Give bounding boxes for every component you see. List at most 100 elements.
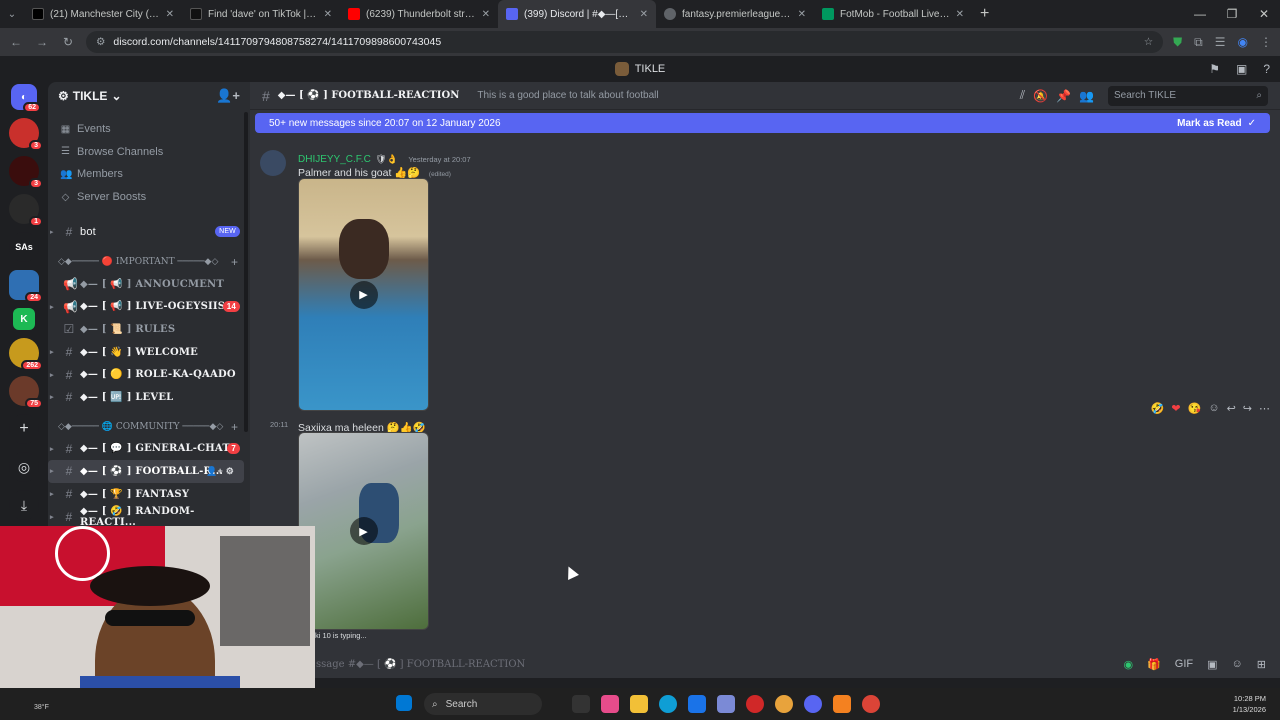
server-icon[interactable]: 262 bbox=[9, 338, 43, 371]
server-icon[interactable]: 3 bbox=[9, 156, 43, 189]
gif-icon[interactable]: GIF bbox=[1175, 658, 1193, 671]
store-icon[interactable] bbox=[688, 695, 706, 713]
add-channel-icon[interactable]: + bbox=[231, 420, 238, 434]
channel-level[interactable]: ▸ # ◆— [ 🆙 ] LEVEL bbox=[48, 386, 250, 409]
chrome-profile-icon[interactable] bbox=[862, 695, 880, 713]
apps-icon[interactable]: ⊞ bbox=[1257, 658, 1266, 671]
close-icon[interactable]: ✕ bbox=[956, 9, 964, 20]
new-tab-button[interactable]: + bbox=[972, 5, 997, 23]
reaction-kiss-icon[interactable]: 😘 bbox=[1188, 402, 1202, 415]
copilot-icon[interactable] bbox=[601, 695, 619, 713]
file-explorer-icon[interactable] bbox=[630, 695, 648, 713]
server-icon[interactable]: 75 bbox=[9, 376, 43, 409]
nav-events[interactable]: ▦ Events bbox=[48, 118, 250, 141]
close-window-icon[interactable]: ✕ bbox=[1248, 0, 1280, 28]
server-icon[interactable]: 1 bbox=[9, 194, 43, 227]
address-bar[interactable]: ⚙ discord.com/channels/14117097948087582… bbox=[86, 31, 1164, 53]
close-icon[interactable]: ✕ bbox=[798, 9, 806, 20]
add-reaction-icon[interactable]: ☺ bbox=[1208, 402, 1219, 415]
restore-icon[interactable]: ❐ bbox=[1216, 0, 1248, 28]
channel-random-reaction[interactable]: ▸ # ◆— [ 🤣 ] RANDOM-REACTI... bbox=[48, 505, 250, 528]
close-icon[interactable]: ✕ bbox=[324, 9, 332, 20]
forward-icon[interactable]: → bbox=[34, 35, 50, 49]
add-channel-icon[interactable]: + bbox=[231, 255, 238, 269]
inbox-flag-icon[interactable]: ⚑ bbox=[1209, 62, 1220, 76]
reaction-laugh-icon[interactable]: 🤣 bbox=[1151, 402, 1165, 415]
channel-live-ogeysiis[interactable]: ▸ 📢 ◆— [ 📢 ] LIVE-OGEYSIIS 14 bbox=[48, 296, 250, 319]
server-icon[interactable]: K bbox=[13, 308, 35, 330]
task-view-icon[interactable] bbox=[572, 695, 590, 713]
browser-tab[interactable]: FotMob - Football Live Scores ✕ bbox=[814, 0, 972, 28]
video-attachment[interactable]: ▶ bbox=[298, 432, 429, 630]
channel-topic[interactable]: This is a good place to talk about footb… bbox=[477, 90, 658, 101]
chrome-icon[interactable] bbox=[775, 695, 793, 713]
server-header[interactable]: ⚙ TIKLE ⌄ 👤+ bbox=[48, 82, 250, 110]
gift-icon[interactable]: ◉ bbox=[1123, 658, 1133, 671]
reading-list-icon[interactable]: ☰ bbox=[1215, 35, 1226, 50]
member-list-icon[interactable]: 👥 bbox=[1079, 89, 1094, 103]
nav-members[interactable]: 👥 Members bbox=[48, 163, 250, 186]
discord-taskbar-icon[interactable] bbox=[804, 695, 822, 713]
close-icon[interactable]: ✕ bbox=[482, 9, 490, 20]
sticker-icon[interactable]: ▣ bbox=[1207, 658, 1217, 671]
channel-annoucment[interactable]: 📢 ◆— [ 📢 ] ANNOUCMENT bbox=[48, 273, 250, 296]
start-icon[interactable] bbox=[396, 695, 412, 711]
server-icon[interactable]: SAs bbox=[9, 232, 39, 262]
forward-icon[interactable]: ↪ bbox=[1243, 402, 1252, 415]
browser-tab[interactable]: Find 'dave' on TikTok | TikTok Se... ✕ bbox=[182, 0, 340, 28]
discord-home-icon[interactable]: ◐ 62 bbox=[11, 84, 41, 113]
server-icon[interactable]: 24 bbox=[9, 270, 43, 303]
invite-icon[interactable]: 👤+ bbox=[216, 88, 240, 104]
taskbar-search[interactable]: ⌕ Search bbox=[424, 693, 542, 715]
gift-box-icon[interactable]: 🎁 bbox=[1147, 658, 1161, 671]
reload-icon[interactable]: ↻ bbox=[60, 35, 76, 49]
mark-as-read-button[interactable]: Mark as Read bbox=[1177, 118, 1241, 129]
more-icon[interactable]: ⋯ bbox=[1259, 402, 1270, 415]
edge-icon[interactable] bbox=[659, 695, 677, 713]
help-icon[interactable]: ? bbox=[1263, 62, 1270, 76]
site-info-icon[interactable]: ⚙ bbox=[96, 36, 105, 48]
play-icon[interactable]: ▶ bbox=[349, 517, 378, 545]
download-icon[interactable]: ⤓ bbox=[9, 490, 39, 520]
bookmark-star-icon[interactable]: ☆ bbox=[1144, 36, 1153, 48]
channel-rules[interactable]: ☑ ◆— [ 📜 ] RULES bbox=[48, 318, 250, 341]
add-server-icon[interactable]: + bbox=[9, 414, 39, 444]
reply-icon[interactable]: ↩ bbox=[1227, 402, 1236, 415]
new-messages-bar[interactable]: 50+ new messages since 20:07 on 12 Janua… bbox=[255, 113, 1270, 133]
category-community[interactable]: ◇◆───── 🌐 COMMUNITY ─────◆◇ + bbox=[48, 416, 250, 438]
browser-tab-active[interactable]: (399) Discord | #◆—[⊛]FOOT... ✕ bbox=[498, 0, 656, 28]
channel-fantasy[interactable]: ▸ # ◆— [ 🏆 ] FANTASY bbox=[48, 483, 250, 506]
shield-icon[interactable]: ⛊ bbox=[1173, 35, 1182, 50]
tab-search-icon[interactable]: ⌄ bbox=[0, 9, 24, 20]
obs-icon[interactable] bbox=[746, 695, 764, 713]
message-composer[interactable]: ssage #◆— [ ⚽ ] FOOTBALL-REACTION ◉ 🎁 GI… bbox=[250, 650, 1280, 678]
sidebar-scrollbar[interactable] bbox=[244, 112, 248, 432]
close-icon[interactable]: ✕ bbox=[166, 9, 174, 20]
play-icon[interactable]: ▶ bbox=[349, 280, 378, 309]
browser-tab[interactable]: (6239) Thunderbolt strikes seal... ✕ bbox=[340, 0, 498, 28]
cloud-icon[interactable] bbox=[833, 695, 851, 713]
channel-welcome[interactable]: ▸ # ◆— [ 👋 ] WELCOME bbox=[48, 341, 250, 364]
profile-icon[interactable]: ◉ bbox=[1238, 35, 1248, 50]
emoji-icon[interactable]: ☺ bbox=[1232, 658, 1243, 671]
back-icon[interactable]: ← bbox=[8, 35, 24, 49]
snipping-tool-icon[interactable] bbox=[717, 695, 735, 713]
threads-icon[interactable]: ⫽ bbox=[1020, 88, 1025, 103]
search-input[interactable]: Search TIKLE ⌕ bbox=[1108, 85, 1268, 106]
browser-tab[interactable]: (21) Manchester City (@ManCity... ✕ bbox=[24, 0, 182, 28]
category-important[interactable]: ◇◆───── 🔴 IMPORTANT ─────◆◇ + bbox=[48, 251, 250, 273]
screen-icon[interactable]: ▣ bbox=[1236, 62, 1247, 76]
close-icon[interactable]: ✕ bbox=[640, 9, 648, 20]
nav-browse-channels[interactable]: ☰ Browse Channels bbox=[48, 141, 250, 164]
minimize-icon[interactable]: — bbox=[1184, 0, 1216, 28]
avatar[interactable] bbox=[260, 150, 286, 176]
extensions-icon[interactable]: ⧉ bbox=[1194, 35, 1203, 50]
browser-tab[interactable]: fantasy.premierleague.com ✕ bbox=[656, 0, 814, 28]
notification-bell-icon[interactable]: 🔕 bbox=[1033, 89, 1048, 103]
channel-general-chat[interactable]: ▸ # ◆— [ 💬 ] GENERAL-CHAT 7 bbox=[48, 438, 250, 461]
channel-role-ka-qaado[interactable]: ▸ # ◆— [ 🟡 ] ROLE-KA-QAADO bbox=[48, 363, 250, 386]
weather-widget[interactable]: 38°F bbox=[34, 704, 49, 711]
channel-bot[interactable]: ▸ # bot NEW bbox=[48, 220, 250, 243]
server-icon[interactable]: 3 bbox=[9, 118, 43, 151]
discover-icon[interactable]: ◎ bbox=[9, 452, 39, 482]
